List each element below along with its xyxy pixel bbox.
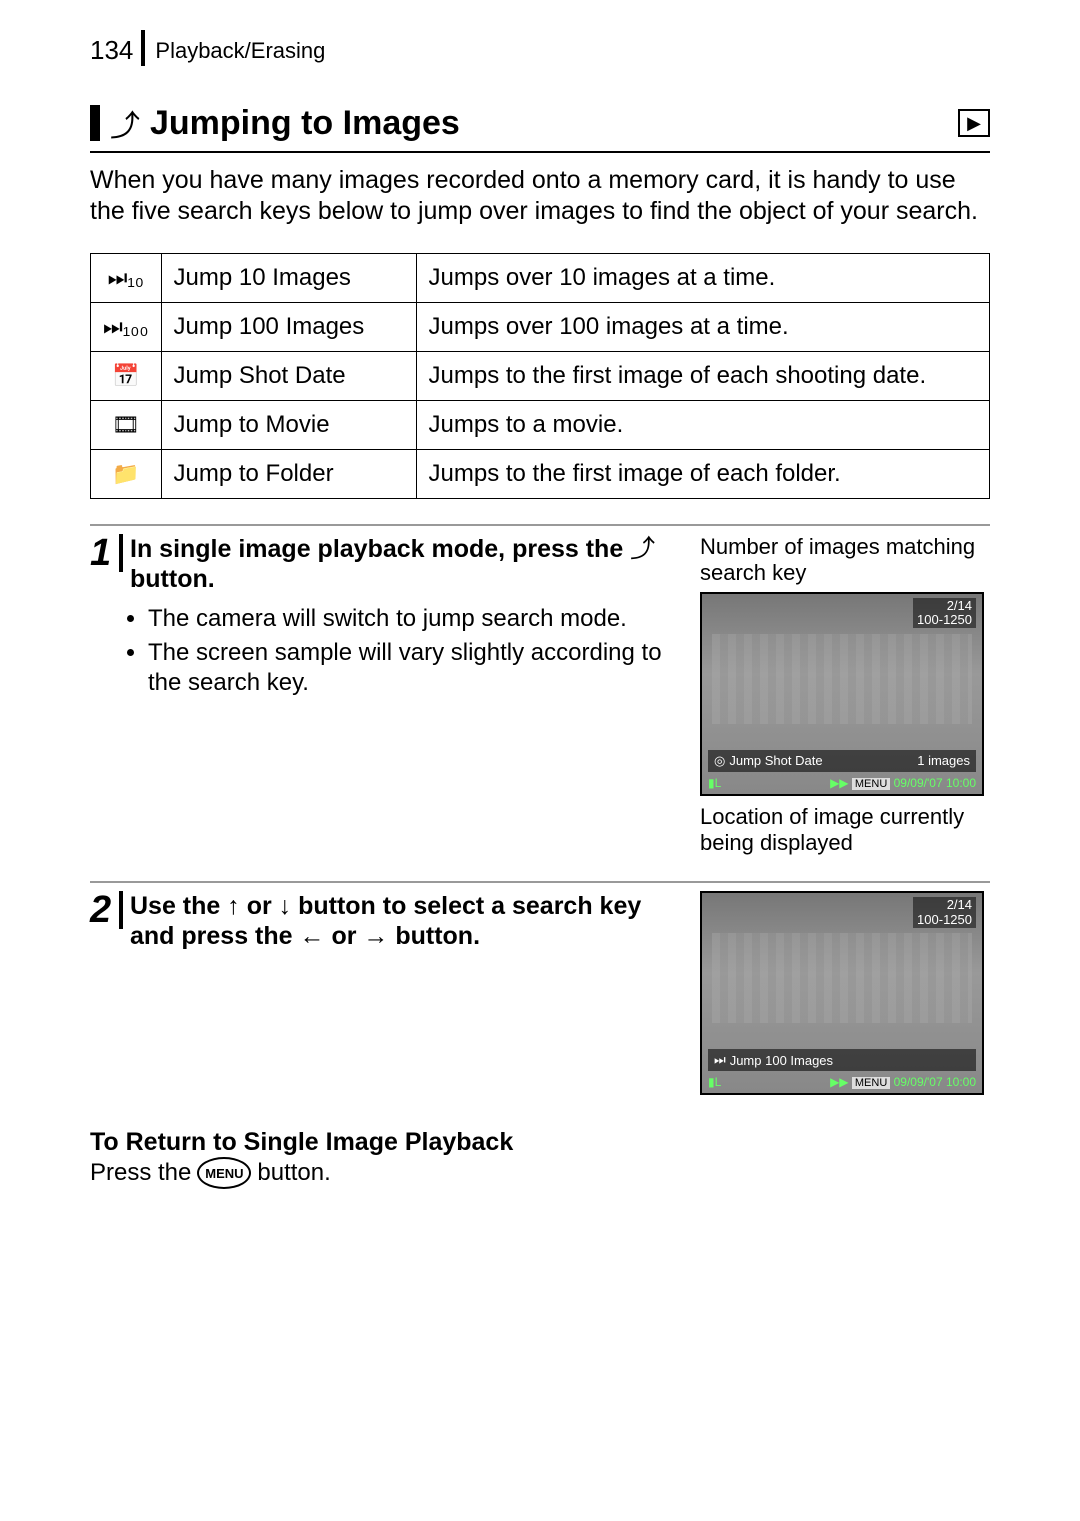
jump-icon: ⤴: [110, 101, 140, 145]
return-text-b: button.: [257, 1159, 330, 1187]
row-desc: Jumps to a movie.: [416, 400, 990, 449]
jump-folder-icon: 📁: [91, 449, 162, 498]
lcd-time: 10:00: [946, 776, 976, 790]
intro-paragraph: When you have many images recorded onto …: [90, 165, 990, 228]
lcd-menu: MENU: [852, 778, 890, 790]
lcd-folder: 100-1250: [917, 613, 972, 627]
lcd-folder: 100-1250: [917, 913, 972, 927]
step-1: 1 In single image playback mode, press t…: [90, 524, 990, 857]
lcd-quality-icon: ▮L: [708, 776, 721, 790]
lcd-counter: 2/14: [917, 599, 972, 613]
caption-top: Number of images matching search key: [700, 534, 990, 586]
row-desc: Jumps over 100 images at a time.: [416, 302, 990, 351]
lcd-quality-icon: ▮L: [708, 1075, 721, 1089]
lcd-top-info: 2/14 100-1250: [913, 897, 976, 928]
step-number: 2: [90, 891, 123, 929]
jump-movie-icon: 🎞: [91, 400, 162, 449]
page-header: 134 Playback/Erasing: [90, 30, 990, 66]
step1-heading-a: In single image playback mode, press the: [130, 535, 630, 563]
step-number: 1: [90, 534, 123, 572]
lcd-match-count: 1 images: [917, 753, 970, 768]
jump-date-icon: 📅: [91, 351, 162, 400]
lcd-screenshot-2: 2/14 100-1250 ⏭ Jump 100 Images ▮L ▶▶ MEN…: [700, 891, 984, 1095]
lcd-nav-icon: ▶▶: [830, 1075, 852, 1089]
manual-page: 134 Playback/Erasing ⤴ Jumping to Images…: [0, 0, 1080, 1249]
menu-button-icon: MENU: [197, 1157, 251, 1189]
lcd-menu: MENU: [852, 1077, 890, 1089]
row-label: Jump to Movie: [161, 400, 416, 449]
return-text: Press the MENU button.: [90, 1157, 990, 1189]
jump-100-icon: ⏭₁₀₀: [91, 302, 162, 351]
step1-bullets: The camera will switch to jump search mo…: [148, 604, 680, 698]
row-label: Jump to Folder: [161, 449, 416, 498]
search-keys-table: ⏭₁₀ Jump 10 Images Jumps over 10 images …: [90, 253, 990, 499]
list-item: The screen sample will vary slightly acc…: [148, 638, 680, 698]
lcd-date: 09/09/'07: [894, 1075, 943, 1089]
step-2: 2 Use the ↑ or ↓ button to select a sear…: [90, 881, 990, 1103]
lcd-time: 10:00: [946, 1075, 976, 1089]
table-row: 📅 Jump Shot Date Jumps to the first imag…: [91, 351, 990, 400]
table-row: ⏭₁₀ Jump 10 Images Jumps over 10 images …: [91, 253, 990, 302]
jump-button-icon: ⤴: [630, 534, 655, 564]
row-desc: Jumps to the first image of each shootin…: [416, 351, 990, 400]
return-heading: To Return to Single Image Playback: [90, 1128, 990, 1157]
row-desc: Jumps to the first image of each folder.: [416, 449, 990, 498]
caption-bottom: Location of image currently being displa…: [700, 804, 990, 857]
table-row: ⏭₁₀₀ Jump 100 Images Jumps over 100 imag…: [91, 302, 990, 351]
row-label: Jump 100 Images: [161, 302, 416, 351]
lcd-date: 09/09/'07: [894, 776, 943, 790]
step2-side: 2/14 100-1250 ⏭ Jump 100 Images ▮L ▶▶ MEN…: [700, 891, 990, 1103]
section-name: Playback/Erasing: [155, 38, 325, 66]
lcd-nav-icon: ▶▶: [830, 776, 852, 790]
list-item: The camera will switch to jump search mo…: [148, 604, 680, 634]
lcd-screenshot-1: 2/14 100-1250 ◎ Jump Shot Date 1 images ▮…: [700, 592, 984, 796]
step2-heading: Use the ↑ or ↓ button to select a search…: [130, 891, 680, 951]
page-title: Jumping to Images: [150, 104, 460, 143]
table-row: 🎞 Jump to Movie Jumps to a movie.: [91, 400, 990, 449]
jump-10-icon: ⏭₁₀: [91, 253, 162, 302]
lcd-mode-band: ⏭ Jump 100 Images: [708, 1049, 976, 1071]
lcd-top-info: 2/14 100-1250: [913, 598, 976, 629]
step1-side: Number of images matching search key 2/1…: [700, 534, 990, 857]
lcd-counter: 2/14: [917, 898, 972, 912]
row-label: Jump Shot Date: [161, 351, 416, 400]
lcd-mode-band: ◎ Jump Shot Date 1 images: [708, 750, 976, 772]
title-accent-bar: [90, 105, 100, 141]
row-label: Jump 10 Images: [161, 253, 416, 302]
page-number: 134: [90, 30, 145, 66]
lcd-mode: Jump Shot Date: [729, 753, 822, 768]
title-block: ⤴ Jumping to Images ▶: [90, 101, 990, 153]
lcd-bottom-row: ▮L ▶▶ MENU 09/09/'07 10:00: [708, 1075, 976, 1089]
table-row: 📁 Jump to Folder Jumps to the first imag…: [91, 449, 990, 498]
row-desc: Jumps over 10 images at a time.: [416, 253, 990, 302]
playback-mode-icon: ▶: [958, 109, 990, 137]
lcd-bottom-row: ▮L ▶▶ MENU 09/09/'07 10:00: [708, 776, 976, 790]
step1-heading-b: button.: [130, 565, 215, 593]
lcd-mode: Jump 100 Images: [730, 1053, 833, 1068]
return-text-a: Press the: [90, 1159, 191, 1187]
jump-100-band-icon: ⏭: [714, 1052, 726, 1068]
step1-heading: In single image playback mode, press the…: [130, 534, 680, 594]
shot-date-icon: ◎: [714, 753, 725, 769]
